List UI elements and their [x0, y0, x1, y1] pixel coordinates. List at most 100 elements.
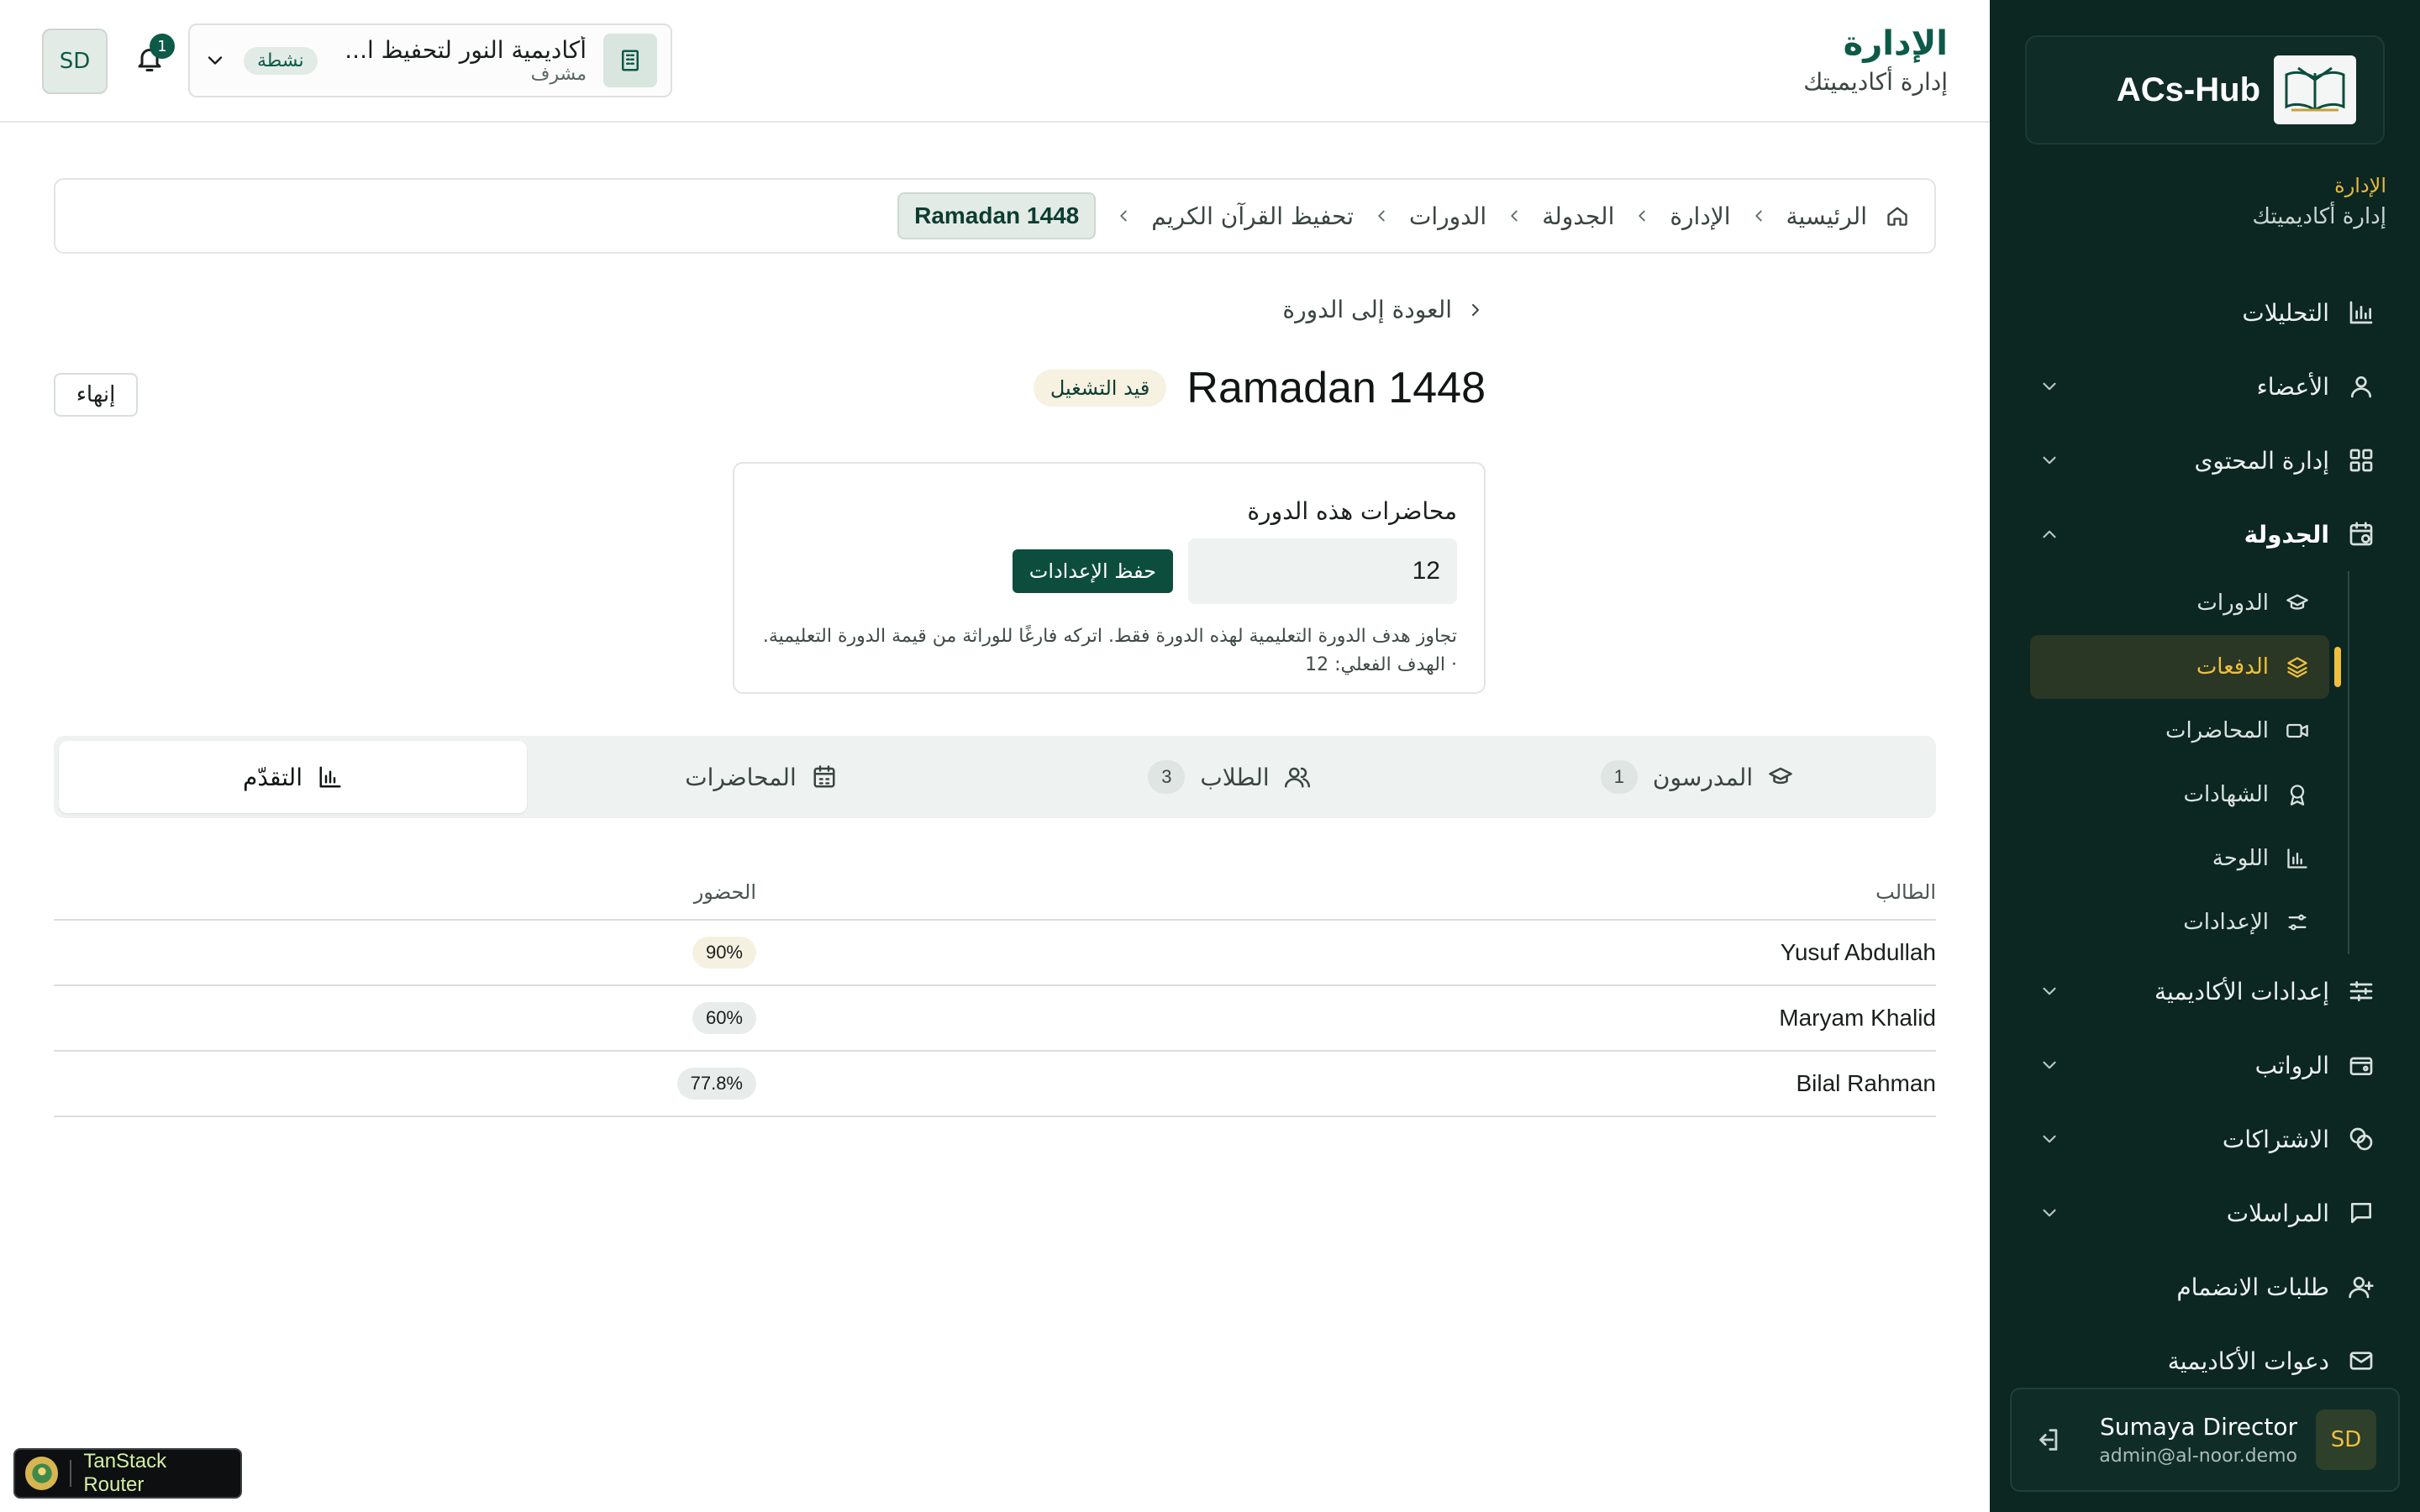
devtools-label: TanStack Router: [83, 1450, 167, 1496]
end-batch-button[interactable]: إنهاء: [54, 373, 138, 417]
sidebar-subitem-batches[interactable]: الدفعات: [2030, 635, 2341, 699]
breadcrumb-courses[interactable]: الدورات: [1409, 202, 1486, 230]
sidebar-subitem-settings[interactable]: الإعدادات: [2030, 890, 2329, 954]
chevron-down-icon: [2043, 456, 2056, 465]
lectures-label: محاضرات هذه الدورة: [1247, 497, 1457, 525]
divider: [70, 1460, 72, 1487]
sidebar-item-label: المراسلات: [2226, 1199, 2329, 1227]
wallet-icon: [2349, 1057, 2373, 1075]
save-settings-button[interactable]: حفظ الإعدادات: [1012, 549, 1173, 593]
academy-switcher[interactable]: أكاديمية النور لتحفيظ ا... مشرف نشطة: [188, 24, 672, 97]
batch-status-badge: قيد التشغيل: [1033, 370, 1167, 407]
tab-label: المحاضرات: [685, 763, 797, 791]
sidebar-item-analytics[interactable]: التحليلات: [2013, 276, 2396, 349]
batch-name: Ramadan 1448: [1186, 364, 1486, 412]
brand[interactable]: ACs-Hub: [2025, 35, 2385, 144]
page-title: الإدارة: [1843, 24, 1948, 63]
sliders-icon: [2288, 914, 2307, 931]
header-avatar[interactable]: SD: [42, 29, 108, 94]
home-icon: [1887, 207, 1907, 226]
tanstack-logo-icon: [25, 1457, 59, 1490]
video-icon: [2286, 723, 2308, 738]
user-plus-icon: [2349, 1277, 2374, 1299]
chevron-right-icon: [1472, 303, 1479, 316]
breadcrumb-home[interactable]: الرئيسية: [1786, 202, 1867, 230]
sidebar-item-messages[interactable]: المراسلات: [2013, 1176, 2396, 1250]
table-row: Maryam Khalid 60%: [54, 986, 1936, 1052]
academy-role: مشرف: [530, 64, 587, 85]
sidebar-item-schedule[interactable]: الجدولة: [2013, 497, 2396, 571]
table-row: Yusuf Abdullah 90%: [54, 921, 1936, 986]
tab-label: المدرسون: [1652, 763, 1754, 791]
building-icon: [603, 34, 657, 87]
breadcrumb-admin[interactable]: الإدارة: [1670, 202, 1730, 230]
progress-table: الطالب الحضور Yusuf Abdullah 90% Maryam …: [54, 865, 1936, 1117]
attendance-badge: 90%: [692, 937, 756, 969]
sidebar-subitem-board[interactable]: اللوحة: [2030, 827, 2329, 890]
tab-lectures[interactable]: المحاضرات: [527, 741, 995, 813]
sidebar-section-subtitle: إدارة أكاديميتك: [2252, 204, 2386, 229]
user-info: Sumaya Director admin@al-noor.demo: [2081, 1413, 2297, 1467]
sidebar-subitem-certificates[interactable]: الشهادات: [2030, 763, 2329, 827]
tab-students[interactable]: الطلاب 3: [995, 741, 1463, 813]
bar-chart-icon: [2287, 848, 2307, 869]
academy-status-badge: نشطة: [244, 46, 318, 75]
sidebar-subitem-label: الإعدادات: [2183, 910, 2269, 935]
lectures-count-input[interactable]: [1188, 538, 1457, 604]
sidebar-item-subscriptions[interactable]: الاشتراكات: [2013, 1102, 2396, 1176]
bar-chart-icon: [2349, 301, 2373, 324]
breadcrumb-course[interactable]: تحفيظ القرآن الكريم: [1151, 202, 1354, 230]
tab-progress[interactable]: التقدّم: [59, 741, 527, 813]
user-icon: [2351, 376, 2371, 398]
tab-teachers[interactable]: المدرسون 1: [1463, 741, 1931, 813]
table-header: الطالب الحضور: [54, 865, 1936, 921]
sidebar-item-label: التحليلات: [2242, 298, 2329, 327]
breadcrumb: الرئيسية الإدارة الجدولة الدورات تحفيظ ا…: [54, 178, 1936, 254]
back-label: العودة إلى الدورة: [1282, 296, 1452, 323]
back-to-course-link[interactable]: العودة إلى الدورة: [1282, 296, 1486, 323]
user-card: SD Sumaya Director admin@al-noor.demo: [2010, 1388, 2400, 1492]
logout-icon[interactable]: [2033, 1425, 2062, 1454]
sidebar-item-invitations[interactable]: دعوات الأكاديمية: [2013, 1324, 2396, 1398]
sidebar-subitem-lectures[interactable]: المحاضرات: [2030, 699, 2329, 763]
page-subtitle: إدارة أكاديميتك: [1803, 68, 1948, 96]
quran-logo-icon: [2274, 55, 2356, 124]
sidebar-item-members[interactable]: الأعضاء: [2013, 349, 2396, 423]
sidebar-item-academy-settings[interactable]: إعدادات الأكاديمية: [2013, 954, 2396, 1028]
chevron-up-icon: [2043, 530, 2056, 538]
sidebar-section-title: الإدارة: [2334, 174, 2386, 197]
award-icon: [2290, 785, 2305, 806]
message-square-icon: [2351, 1203, 2371, 1223]
sidebar: ACs-Hub الإدارة إدارة أكاديميتك التحليلا…: [1990, 0, 2420, 1512]
tanstack-devtools-button[interactable]: TanStack Router: [13, 1448, 242, 1499]
tab-label: الطلاب: [1200, 763, 1270, 791]
graduation-cap-icon: [2286, 594, 2308, 610]
chevron-down-icon: [2043, 1135, 2056, 1143]
sidebar-item-content[interactable]: إدارة المحتوى: [2013, 423, 2396, 497]
attendance-badge: 77.8%: [676, 1068, 756, 1100]
chevron-down-icon: [2043, 382, 2056, 391]
academy-info: أكاديمية النور لتحفيظ ا... مشرف: [334, 36, 587, 85]
notification-count-badge: 1: [150, 34, 175, 59]
sidebar-item-join-requests[interactable]: طلبات الانضمام: [2013, 1250, 2396, 1324]
user-name: Sumaya Director: [2099, 1413, 2297, 1441]
mail-icon: [2349, 1352, 2373, 1370]
sidebar-item-salaries[interactable]: الرواتب: [2013, 1028, 2396, 1102]
sidebar-item-label: الجدولة: [2244, 520, 2329, 549]
sidebar-subitem-label: الدورات: [2196, 591, 2269, 616]
page-heading: الإدارة إدارة أكاديميتك: [1803, 22, 1948, 99]
sidebar-subitem-courses[interactable]: الدورات: [2030, 571, 2329, 635]
batch-tabs: المدرسون 1 الطلاب 3 المحاضرات التقدّم: [54, 736, 1936, 818]
lectures-input-row: حفظ الإعدادات: [761, 538, 1457, 604]
column-header-attendance: الحضور: [693, 880, 756, 904]
breadcrumb-schedule[interactable]: الجدولة: [1542, 202, 1614, 230]
chevron-down-icon: [2043, 987, 2056, 995]
schedule-submenu: الدورات الدفعات المحاضرات الشهادات اللوح…: [2013, 571, 2349, 954]
student-name: Yusuf Abdullah: [1780, 939, 1936, 965]
top-header: الإدارة إدارة أكاديميتك أكاديمية النور ل…: [0, 0, 1990, 123]
users-icon: [1284, 767, 1310, 788]
tab-count-badge: 3: [1148, 760, 1186, 794]
sidebar-subitem-label: اللوحة: [2212, 846, 2269, 871]
sidebar-item-label: الاشتراكات: [2222, 1125, 2329, 1153]
chevron-left-icon: [1120, 210, 1127, 222]
